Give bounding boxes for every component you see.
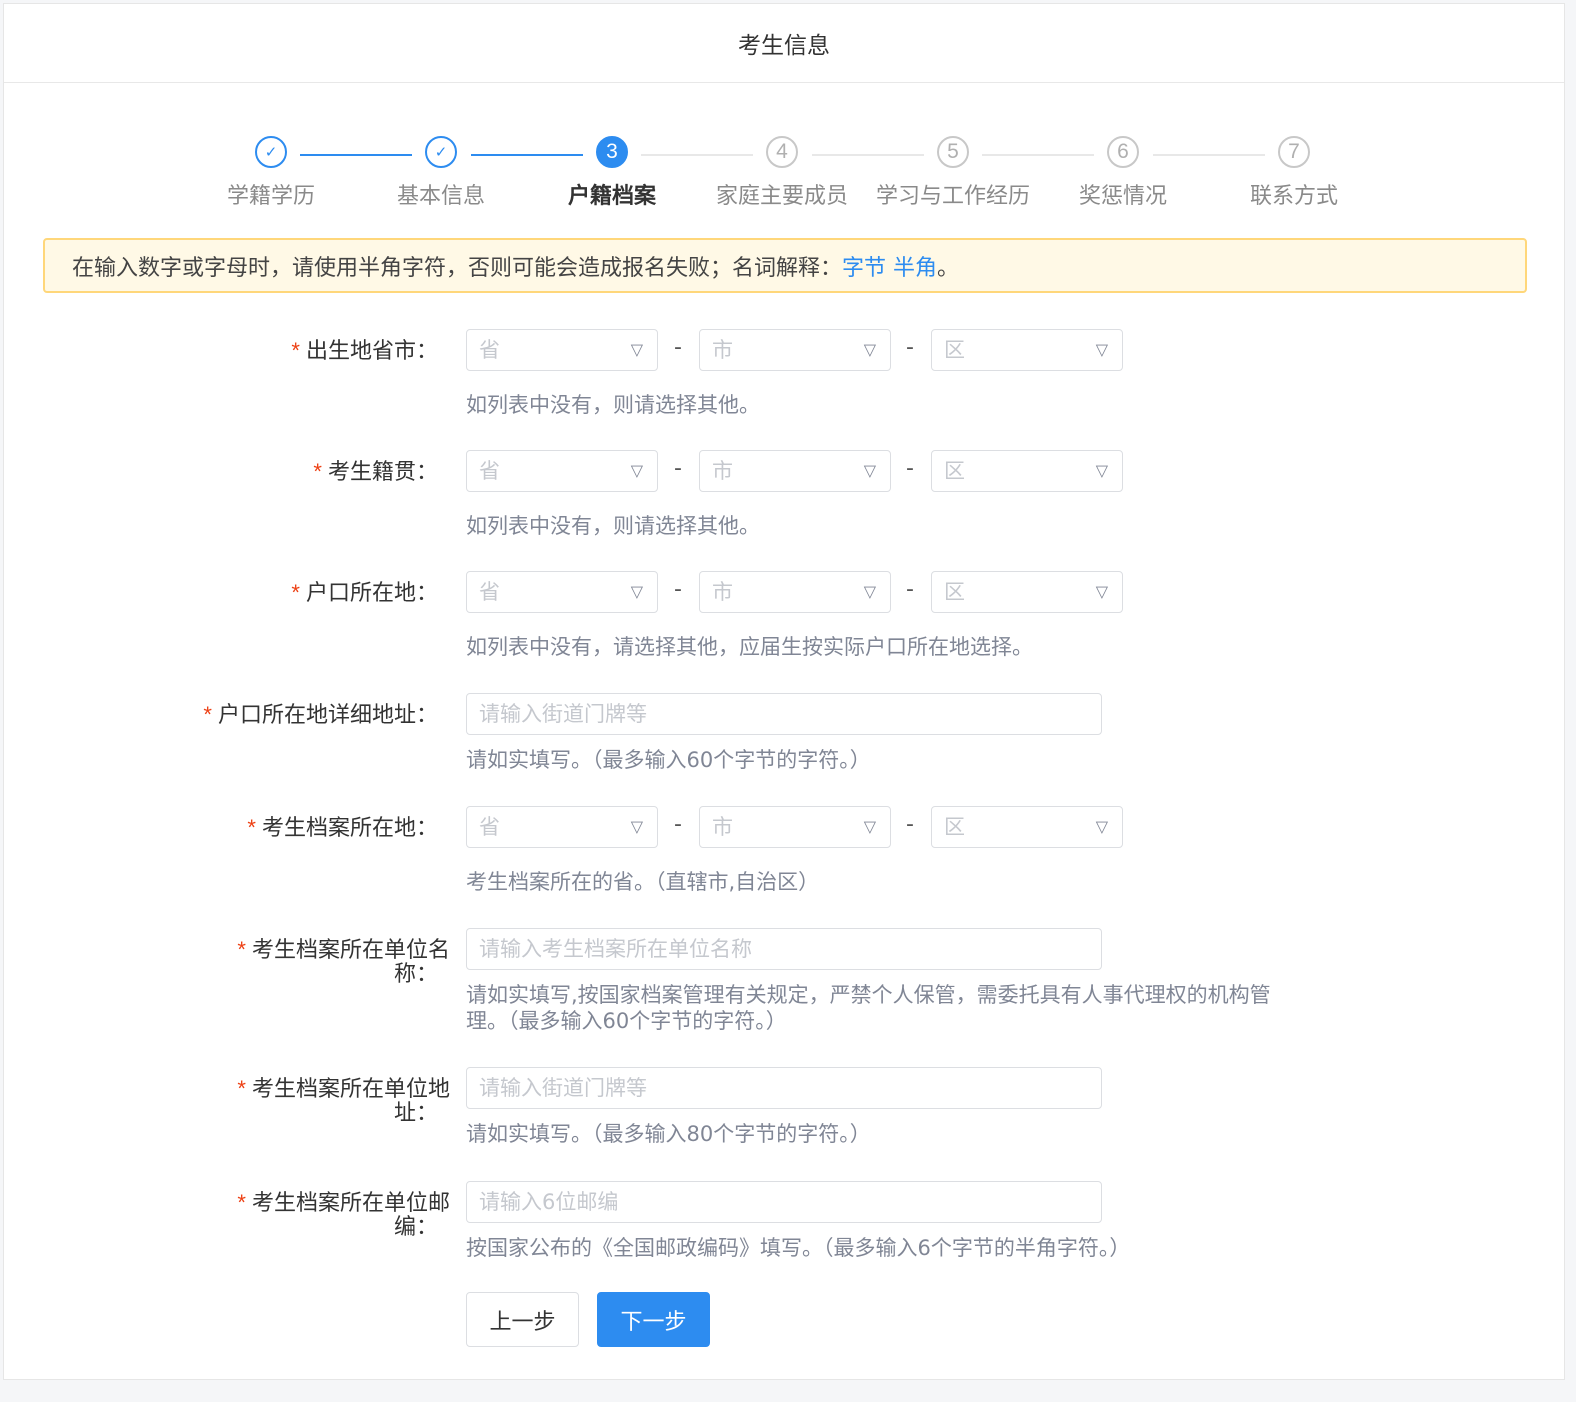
next-step-button[interactable]: 下一步	[597, 1292, 710, 1347]
field-label: * 考生籍贯：	[313, 459, 438, 485]
check-icon: ✓	[255, 136, 287, 168]
separator: -	[674, 577, 682, 602]
step-number: 6	[1107, 136, 1139, 168]
separator: -	[674, 456, 682, 481]
district-select[interactable]: 区 ▽	[931, 571, 1123, 613]
prev-step-button[interactable]: 上一步	[466, 1292, 579, 1347]
page-header: 考生信息	[4, 4, 1564, 83]
chevron-down-icon: ▽	[630, 340, 643, 359]
separator: -	[674, 335, 682, 360]
chevron-down-icon: ▽	[1095, 461, 1108, 480]
city-select[interactable]: 市 ▽	[699, 806, 891, 848]
chevron-down-icon: ▽	[863, 817, 876, 836]
province-select[interactable]: 省 ▽	[466, 806, 658, 848]
chevron-down-icon: ▽	[863, 461, 876, 480]
page-title: 考生信息	[738, 33, 830, 59]
province-select[interactable]: 省 ▽	[466, 329, 658, 371]
step-number: 3	[596, 136, 628, 168]
step-label: 学籍学历	[226, 184, 315, 209]
step-label: 联系方式	[1249, 184, 1338, 209]
step-label: 奖惩情况	[1078, 184, 1167, 209]
link-byte[interactable]: 字节	[842, 250, 886, 282]
alert-end: 。	[937, 255, 960, 281]
field-hint: 如列表中没有，请选择其他，应届生按实际户口所在地选择。	[466, 635, 1033, 659]
separator: -	[906, 577, 914, 602]
field-hint: 考生档案所在的省。（直辖市,自治区）	[466, 870, 820, 894]
province-select[interactable]: 省 ▽	[466, 450, 658, 492]
city-select[interactable]: 市 ▽	[699, 329, 891, 371]
field-label: * 户口所在地：	[291, 580, 438, 606]
required-mark: *	[247, 815, 256, 840]
step-indicator: ✓ 学籍学历 ✓ 基本信息 3 户籍档案 4 家庭主要成员 5 学习与工作经历 …	[4, 136, 1564, 216]
field-hint: 如列表中没有，则请选择其他。	[466, 393, 760, 417]
alert-text: 在输入数字或字母时，请使用半角字符，否则可能会造成报名失败；名词解释：	[72, 255, 843, 281]
city-select[interactable]: 市 ▽	[699, 571, 891, 613]
step-label: 家庭主要成员	[715, 184, 848, 209]
field-hint: 请如实填写,按国家档案管理有关规定，严禁个人保管，需委托具有人事代理权的机构管 …	[466, 983, 1271, 1033]
halfwidth-alert: 在输入数字或字母时，请使用半角字符，否则可能会造成报名失败；名词解释： 字节 半…	[43, 238, 1527, 293]
archive-unit-address-input[interactable]: 请输入街道门牌等	[466, 1067, 1102, 1109]
required-mark: *	[313, 459, 322, 484]
link-halfwidth[interactable]: 半角	[893, 250, 937, 282]
field-label: * 户口所在地详细地址：	[203, 702, 438, 728]
chevron-down-icon: ▽	[1095, 340, 1108, 359]
step-7[interactable]: 7 联系方式	[1214, 136, 1374, 210]
city-select[interactable]: 市 ▽	[699, 450, 891, 492]
separator: -	[906, 456, 914, 481]
field-hint: 按国家公布的《全国邮政编码》填写。（最多输入6个字节的半角字符。）	[466, 1236, 1131, 1260]
required-mark: *	[237, 1076, 246, 1101]
field-label: * 考生档案所在单位名 称：	[237, 937, 450, 987]
step-number: 5	[937, 136, 969, 168]
step-1[interactable]: ✓ 学籍学历	[191, 136, 351, 210]
step-label: 户籍档案	[567, 184, 656, 209]
field-label: * 考生档案所在单位邮 编：	[237, 1190, 450, 1240]
step-6[interactable]: 6 奖惩情况	[1043, 136, 1203, 210]
check-icon: ✓	[425, 136, 457, 168]
chevron-down-icon: ▽	[1095, 817, 1108, 836]
province-select[interactable]: 省 ▽	[466, 571, 658, 613]
hukou-address-input[interactable]: 请输入街道门牌等	[466, 693, 1102, 735]
chevron-down-icon: ▽	[630, 461, 643, 480]
chevron-down-icon: ▽	[1095, 582, 1108, 601]
separator: -	[906, 812, 914, 837]
step-2[interactable]: ✓ 基本信息	[361, 136, 521, 210]
step-4[interactable]: 4 家庭主要成员	[702, 136, 862, 210]
step-number: 7	[1278, 136, 1310, 168]
required-mark: *	[237, 1190, 246, 1215]
form-card: 考生信息 ✓ 学籍学历 ✓ 基本信息 3 户籍档案 4 家庭主要成员 5 学习与…	[3, 3, 1565, 1380]
chevron-down-icon: ▽	[630, 817, 643, 836]
step-label: 学习与工作经历	[875, 184, 1030, 209]
required-mark: *	[203, 702, 212, 727]
archive-unit-name-input[interactable]: 请输入考生档案所在单位名称	[466, 928, 1102, 970]
postcode-input[interactable]: 请输入6位邮编	[466, 1181, 1102, 1223]
required-mark: *	[237, 937, 246, 962]
field-label: * 考生档案所在单位地 址：	[237, 1076, 450, 1126]
chevron-down-icon: ▽	[630, 582, 643, 601]
step-3[interactable]: 3 户籍档案	[532, 136, 692, 210]
required-mark: *	[291, 338, 300, 363]
field-label: * 出生地省市：	[291, 338, 438, 364]
required-mark: *	[291, 580, 300, 605]
field-hint: 如列表中没有，则请选择其他。	[466, 514, 760, 538]
chevron-down-icon: ▽	[863, 340, 876, 359]
separator: -	[674, 812, 682, 837]
chevron-down-icon: ▽	[863, 582, 876, 601]
step-label: 基本信息	[396, 184, 485, 209]
separator: -	[906, 335, 914, 360]
district-select[interactable]: 区 ▽	[931, 806, 1123, 848]
district-select[interactable]: 区 ▽	[931, 329, 1123, 371]
field-hint: 请如实填写。（最多输入60个字节的字符。）	[466, 748, 871, 772]
district-select[interactable]: 区 ▽	[931, 450, 1123, 492]
step-number: 4	[766, 136, 798, 168]
field-label: * 考生档案所在地：	[247, 815, 438, 841]
step-5[interactable]: 5 学习与工作经历	[873, 136, 1033, 210]
field-hint: 请如实填写。（最多输入80个字节的字符。）	[466, 1122, 871, 1146]
